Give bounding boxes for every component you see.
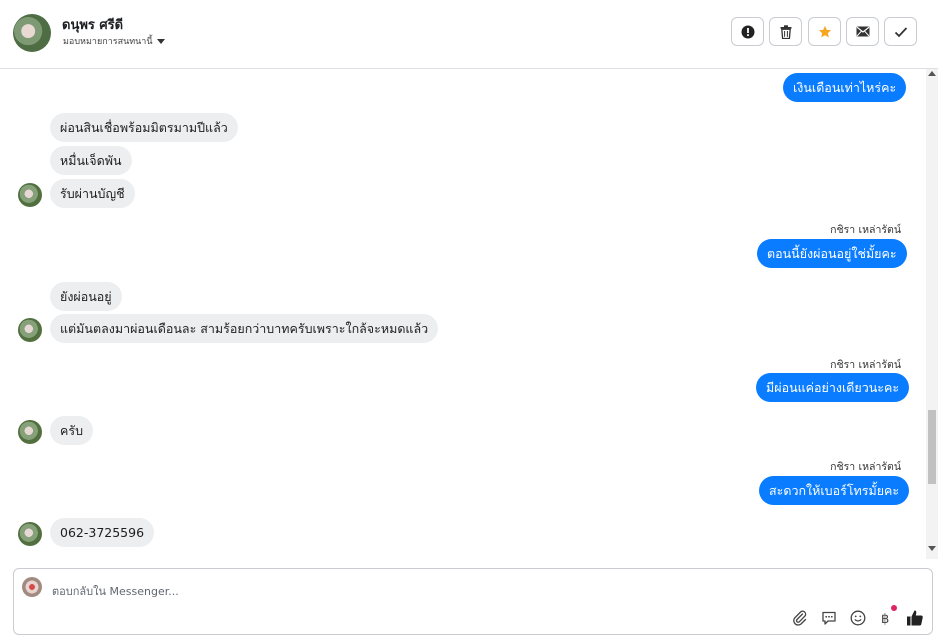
scroll-down-icon[interactable] [928,546,936,551]
message-bubble-incoming[interactable]: แต่มันตลงมาผ่อนเดือนละ สามร้อยกว่าบาทครั… [50,314,439,343]
svg-text:฿: ฿ [881,612,889,627]
notification-dot [891,605,897,611]
scrollbar-thumb[interactable] [928,410,936,484]
mark-done-button[interactable] [884,17,917,46]
payment-button[interactable]: ฿ [877,605,897,627]
mark-spam-button[interactable] [731,17,764,46]
contact-avatar-small [18,522,42,546]
envelope-icon [856,26,869,37]
delete-button[interactable] [769,17,802,46]
assign-conversation-dropdown[interactable]: มอบหมายการสนทนานี้ [63,34,165,48]
emoji-button[interactable] [849,609,867,627]
reply-composer[interactable]: ตอบกลับใน Messenger... ฿ [13,568,933,635]
comment-icon [822,611,836,625]
attachment-button[interactable] [791,609,809,627]
star-button[interactable] [808,17,841,46]
message-bubble-outgoing[interactable]: สะดวกให้เบอร์โทรมั้ยคะ [759,476,910,505]
page-avatar [22,577,42,597]
contact-avatar-small [18,183,42,207]
saved-replies-button[interactable] [820,609,838,627]
message-bubble-incoming[interactable]: 062-3725596 [50,518,155,547]
message-bubble-incoming[interactable]: ผ่อนสินเชื่อพร้อมมิตรมามปีแล้ว [50,113,238,142]
conversation-header: ดนุพร ศรีดี มอบหมายการสนทนานี้ [0,0,938,69]
message-bubble-outgoing[interactable]: เงินเดือนเท่าไหร่คะ [783,73,907,102]
sender-name: กชิรา เหล่ารัตน์ [830,461,901,473]
trash-icon [780,24,791,39]
message-bubble-outgoing[interactable]: มีผ่อนแค่อย่างเดียวนะคะ [756,373,910,402]
caret-down-icon [156,38,165,44]
mark-unread-button[interactable] [846,17,879,46]
contact-name[interactable]: ดนุพร ศรีดี [62,14,123,35]
message-bubble-incoming[interactable]: หมื่นเจ็ดพัน [50,146,132,175]
contact-avatar-small [18,318,42,342]
sender-name: กชิรา เหล่ารัตน์ [830,224,901,236]
star-icon [818,25,831,37]
attachment-icon [793,610,807,626]
emoji-icon [850,610,866,626]
scroll-up-icon[interactable] [928,71,936,76]
baht-icon: ฿ [881,612,889,627]
message-bubble-incoming[interactable]: ยังผ่อนอยู่ [50,282,122,311]
check-icon [894,26,907,37]
message-bubble-incoming[interactable]: รับผ่านบัญชี [50,179,135,208]
message-thread[interactable]: เงินเดือนเท่าไหร่คะ ผ่อนสินเชื่อพร้อมมิต… [0,69,926,559]
assign-conversation-label: มอบหมายการสนทนานี้ [63,37,153,47]
sender-name: กชิรา เหล่ารัตน์ [830,359,901,371]
message-bubble-incoming[interactable]: ครับ [50,416,94,445]
reply-input[interactable]: ตอบกลับใน Messenger... [52,582,179,600]
like-button[interactable] [906,609,924,627]
contact-avatar-small [18,420,42,444]
alert-icon [741,25,754,38]
thumbs-up-icon [907,610,923,626]
scrollbar-track[interactable] [926,69,938,559]
contact-avatar[interactable] [13,14,51,52]
message-bubble-outgoing[interactable]: ตอนนี้ยังผ่อนอยู่ใช่มั้ยคะ [757,239,907,268]
